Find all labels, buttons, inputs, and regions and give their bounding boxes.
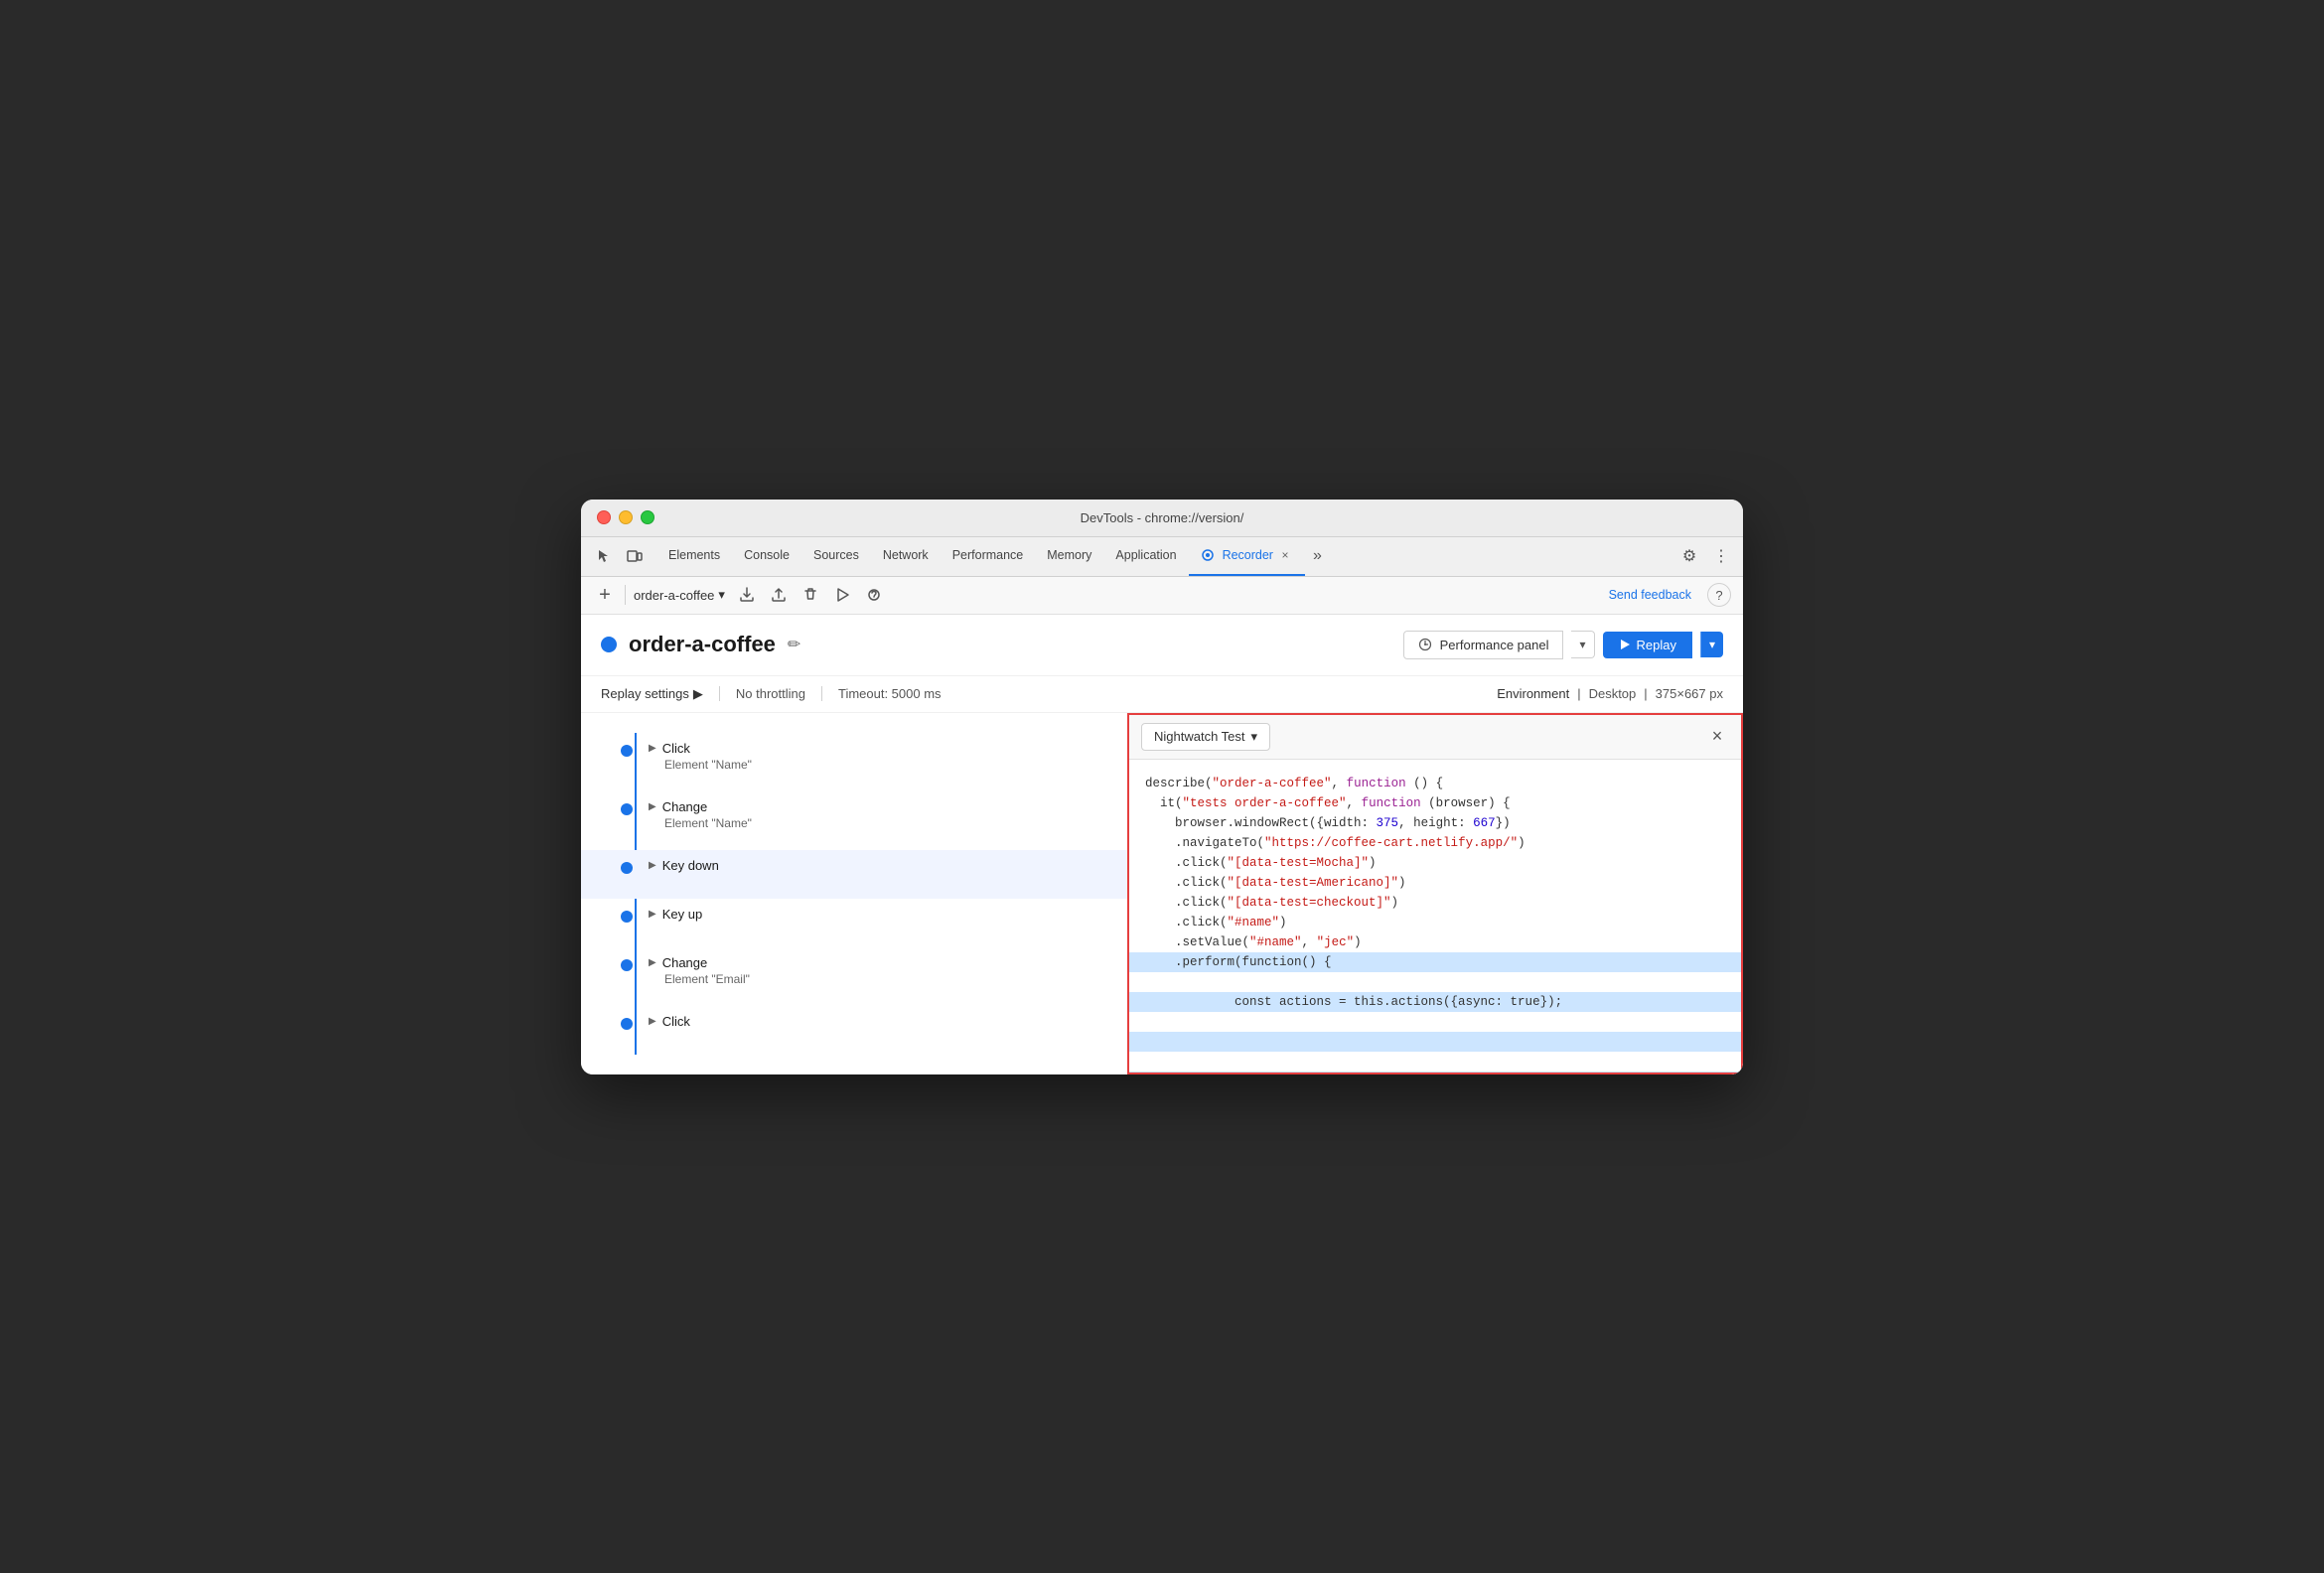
step-type-label: Key down [662,858,719,873]
replay-settings-label[interactable]: Replay settings ▶ [601,686,703,702]
step-dot [621,745,633,757]
performance-panel-button[interactable]: Performance panel [1403,631,1564,659]
desktop-label: Desktop [1589,686,1637,701]
header-action-buttons: Performance panel ▾ Replay ▾ [1403,631,1723,659]
code-panel-close-button[interactable]: × [1705,725,1729,749]
performance-panel-dropdown[interactable]: ▾ [1571,631,1594,658]
tab-performance[interactable]: Performance [941,537,1036,576]
step-dot [621,911,633,923]
toolbar-divider [625,585,626,605]
replay-settings: Replay settings ▶ No throttling Timeout:… [581,676,1743,713]
steps-container: ▶ Click Element "Name" ⋮ [581,713,1743,1074]
delete-icon[interactable] [797,581,824,609]
step-type-label: Click [662,741,690,756]
replay-dropdown[interactable]: ▾ [1700,632,1723,657]
step-type-label: Change [662,799,708,814]
send-feedback-button[interactable]: Send feedback [1601,584,1699,606]
recording-title: order-a-coffee ✏ [601,632,800,657]
step-type-label: Click [662,1014,690,1029]
recorder-tab-close[interactable]: × [1277,547,1293,563]
step-dot [621,1018,633,1030]
export-dropdown-chevron-icon: ▾ [1251,729,1258,745]
step-expand-icon[interactable]: ▶ [649,801,656,812]
step-dot [621,862,633,874]
import-icon[interactable] [765,581,793,609]
recording-header: order-a-coffee ✏ Performance panel ▾ Rep… [581,615,1743,676]
code-panel: Nightwatch Test ▾ × describe("order-a-co… [1127,713,1743,1074]
cursor-icon[interactable] [589,542,617,570]
tab-application[interactable]: Application [1103,537,1188,576]
record-icon[interactable] [860,581,888,609]
tabs-area: Elements Console Sources Network Perform… [656,537,1675,576]
settings-right: Environment | Desktop | 375×667 px [1497,686,1723,701]
step-expand-icon[interactable]: ▶ [649,957,656,968]
tab-elements[interactable]: Elements [656,537,732,576]
step-expand-icon[interactable]: ▶ [649,743,656,754]
tab-network[interactable]: Network [871,537,941,576]
step-dot [621,959,633,971]
more-tabs-icon[interactable]: » [1305,547,1330,565]
toolbar-icons [589,542,649,570]
settings-left: Replay settings ▶ No throttling Timeout:… [601,686,942,702]
more-options-icon[interactable]: ⋮ [1707,542,1735,570]
export-icon[interactable] [733,581,761,609]
recorder-toolbar: + order-a-coffee ▾ Send feedback ? [581,577,1743,615]
devtools-window: DevTools - chrome://version/ Elements Co… [581,500,1743,1074]
help-button[interactable]: ? [1707,583,1731,607]
devtools-toolbar: Elements Console Sources Network Perform… [581,537,1743,577]
export-format-label: Nightwatch Test [1154,729,1245,744]
step-type-label: Change [662,955,708,970]
play-icon[interactable] [828,581,856,609]
close-button[interactable] [597,510,611,524]
code-content: describe("order-a-coffee", function () {… [1129,760,1741,1072]
step-expand-icon[interactable]: ▶ [649,860,656,871]
code-panel-header: Nightwatch Test ▾ × [1129,715,1741,760]
device-toolbar-icon[interactable] [621,542,649,570]
export-format-dropdown[interactable]: Nightwatch Test ▾ [1141,723,1270,751]
recorder-action-buttons [733,581,888,609]
timeout-value: Timeout: 5000 ms [821,686,942,701]
edit-icon[interactable]: ✏ [788,635,800,654]
window-title: DevTools - chrome://version/ [1081,510,1244,525]
settings-chevron-icon: ▶ [693,686,703,702]
tab-console[interactable]: Console [732,537,801,576]
replay-button[interactable]: Replay [1603,632,1692,658]
dropdown-chevron-icon: ▾ [718,587,725,603]
step-expand-icon[interactable]: ▶ [649,909,656,920]
main-content: order-a-coffee ✏ Performance panel ▾ Rep… [581,615,1743,1074]
recording-name-selector[interactable]: order-a-coffee ▾ [634,587,725,603]
title-bar: DevTools - chrome://version/ [581,500,1743,537]
settings-right-divider: | [1577,686,1580,701]
recording-name-label: order-a-coffee [629,632,776,657]
tab-sources[interactable]: Sources [801,537,871,576]
dimensions-label: 375×667 px [1656,686,1723,701]
throttling-value: No throttling [719,686,805,701]
maximize-button[interactable] [641,510,654,524]
step-dot [621,803,633,815]
environment-label: Environment [1497,686,1569,701]
settings-right-divider2: | [1644,686,1647,701]
minimize-button[interactable] [619,510,633,524]
code-pre: describe("order-a-coffee", function () {… [1145,774,1725,1072]
traffic-lights [597,510,654,524]
settings-icon[interactable]: ⚙ [1675,542,1703,570]
tab-memory[interactable]: Memory [1035,537,1103,576]
step-expand-icon[interactable]: ▶ [649,1016,656,1027]
tab-recorder[interactable]: Recorder × [1189,537,1305,576]
step-type-label: Key up [662,907,702,922]
toolbar-right: ⚙ ⋮ [1675,542,1735,570]
add-recording-button[interactable]: + [593,583,617,607]
recording-status-dot [601,637,617,652]
